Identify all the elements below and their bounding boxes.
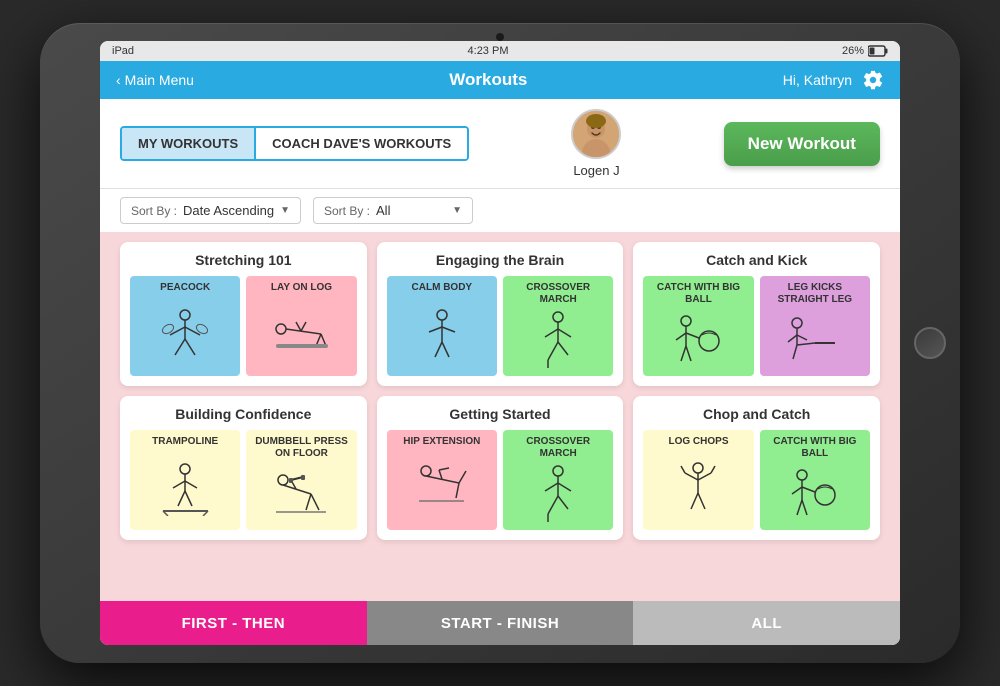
user-section: Logen J — [571, 109, 621, 178]
exercise-tile-lay-on-log[interactable]: LAY ON LOG — [246, 276, 356, 376]
nav-title: Workouts — [449, 70, 527, 90]
exercise-tile-calm-body[interactable]: Calm Body — [387, 276, 497, 376]
exercise-tiles-stretching: Peacock LAY ON LOG — [130, 276, 357, 376]
ipad-device: iPad 4:23 PM 26% ‹ Main Menu Workouts Hi… — [40, 23, 960, 663]
exercise-tile-trampoline[interactable]: TRAMPOLINE — [130, 430, 240, 530]
exercise-tile-catch-with-big-ball[interactable]: CATCH WITH BIG BALL — [760, 430, 870, 530]
workout-row: Building Confidence TRAMPOLINE DUMBBELL P… — [120, 396, 880, 540]
exercise-label: LOG CHOPS — [668, 436, 728, 448]
exercise-figure — [649, 452, 747, 524]
avatar — [571, 109, 621, 159]
workout-row: Stretching 101 Peacock LAY ON LOG Engagin… — [120, 242, 880, 386]
workout-tabs: MY WORKOUTS COACH DAVE'S WORKOUTS — [120, 126, 469, 161]
sort-all-value: All — [376, 203, 390, 218]
exercise-tiles-catch-kick: CATCH WITH BIG BALL LEG KICKS straight l… — [643, 276, 870, 376]
back-button[interactable]: ‹ Main Menu — [116, 72, 194, 88]
exercise-label: HIP EXTENSION — [403, 436, 480, 448]
workout-title-building: Building Confidence — [130, 406, 357, 422]
sort-all-chevron-icon: ▼ — [452, 205, 462, 216]
ipad-camera — [496, 33, 504, 41]
back-label: Main Menu — [125, 72, 194, 88]
bottom-bar: FIRST - THEN START - FINISH ALL — [100, 601, 900, 645]
exercise-label: LEG KICKS straight leg — [766, 282, 864, 306]
exercise-figure — [509, 464, 607, 524]
exercise-figure — [252, 464, 350, 524]
back-chevron-icon: ‹ — [116, 72, 121, 88]
exercise-figure — [252, 298, 350, 370]
battery-section: 26% — [842, 45, 888, 57]
exercise-figure — [136, 298, 234, 370]
exercise-tile-peacock[interactable]: Peacock — [130, 276, 240, 376]
exercise-tile-catch-with-big-ball[interactable]: CATCH WITH BIG BALL — [643, 276, 753, 376]
user-name: Logen J — [573, 163, 619, 178]
tab-coach-workouts[interactable]: COACH DAVE'S WORKOUTS — [254, 128, 467, 159]
sort-date-value: Date Ascending — [183, 203, 274, 218]
battery-percent: 26% — [842, 45, 864, 57]
user-greeting: Hi, Kathryn — [783, 72, 852, 88]
sort-date-prefix: Sort By : — [131, 204, 177, 218]
sort-all-filter[interactable]: Sort By : All ▼ — [313, 197, 473, 224]
exercise-tiles-chop-catch: LOG CHOPS CATCH WITH BIG BALL — [643, 430, 870, 530]
first-then-button[interactable]: FIRST - THEN — [100, 601, 367, 645]
workout-title-stretching: Stretching 101 — [130, 252, 357, 268]
exercise-label: LAY ON LOG — [271, 282, 332, 294]
nav-bar: ‹ Main Menu Workouts Hi, Kathryn — [100, 61, 900, 99]
new-workout-button[interactable]: New Workout — [724, 122, 880, 166]
settings-icon[interactable] — [862, 69, 884, 91]
workout-title-engaging: Engaging the Brain — [387, 252, 614, 268]
exercise-label: Peacock — [160, 282, 210, 294]
workout-card-building[interactable]: Building Confidence TRAMPOLINE DUMBBELL P… — [120, 396, 367, 540]
sort-date-filter[interactable]: Sort By : Date Ascending ▼ — [120, 197, 301, 224]
nav-right: Hi, Kathryn — [783, 69, 884, 91]
exercise-figure — [136, 452, 234, 524]
tab-my-workouts[interactable]: MY WORKOUTS — [122, 128, 254, 159]
exercise-figure — [393, 298, 491, 370]
status-device: iPad — [112, 45, 134, 57]
sort-all-prefix: Sort By : — [324, 204, 370, 218]
exercise-label: CATCH WITH BIG BALL — [649, 282, 747, 306]
avatar-image — [573, 111, 619, 157]
exercise-tile-log-chops[interactable]: LOG CHOPS — [643, 430, 753, 530]
workout-card-chop-catch[interactable]: Chop and Catch LOG CHOPS CATCH WITH BIG B… — [633, 396, 880, 540]
exercise-figure — [766, 464, 864, 524]
workout-card-engaging[interactable]: Engaging the Brain Calm Body CROSSOVER MA… — [377, 242, 624, 386]
exercise-tiles-getting-started: HIP EXTENSION CROSSOVER MARCH — [387, 430, 614, 530]
battery-icon — [868, 45, 888, 57]
exercise-label: CATCH WITH BIG BALL — [766, 436, 864, 460]
top-section: MY WORKOUTS COACH DAVE'S WORKOUTS — [100, 99, 900, 188]
workout-card-getting-started[interactable]: Getting Started HIP EXTENSION CROSSOVER M… — [377, 396, 624, 540]
start-finish-button[interactable]: START - FINISH — [367, 601, 634, 645]
sort-date-chevron-icon: ▼ — [280, 205, 290, 216]
exercise-label: Calm Body — [412, 282, 473, 294]
workout-card-stretching[interactable]: Stretching 101 Peacock LAY ON LOG — [120, 242, 367, 386]
exercise-tiles-engaging: Calm Body CROSSOVER MARCH — [387, 276, 614, 376]
exercise-figure — [509, 310, 607, 370]
exercise-label: CROSSOVER MARCH — [509, 282, 607, 306]
exercise-figure — [766, 310, 864, 370]
workout-title-catch-kick: Catch and Kick — [643, 252, 870, 268]
workout-title-chop-catch: Chop and Catch — [643, 406, 870, 422]
exercise-tile-dumbbell-press-on-floor[interactable]: DUMBBELL PRESS ON FLOOR — [246, 430, 356, 530]
home-button[interactable] — [914, 327, 946, 359]
exercise-tiles-building: TRAMPOLINE DUMBBELL PRESS ON FLOOR — [130, 430, 357, 530]
ipad-screen: iPad 4:23 PM 26% ‹ Main Menu Workouts Hi… — [100, 41, 900, 645]
main-content: MY WORKOUTS COACH DAVE'S WORKOUTS — [100, 99, 900, 645]
exercise-tile-hip-extension[interactable]: HIP EXTENSION — [387, 430, 497, 530]
exercise-figure — [393, 452, 491, 524]
status-bar: iPad 4:23 PM 26% — [100, 41, 900, 61]
workout-grid: Stretching 101 Peacock LAY ON LOG Engagin… — [100, 232, 900, 601]
exercise-label: DUMBBELL PRESS ON FLOOR — [252, 436, 350, 460]
exercise-tile-leg-kicks-straight-leg[interactable]: LEG KICKS straight leg — [760, 276, 870, 376]
filter-bar: Sort By : Date Ascending ▼ Sort By : All… — [100, 188, 900, 232]
workout-title-getting-started: Getting Started — [387, 406, 614, 422]
all-button[interactable]: ALL — [633, 601, 900, 645]
exercise-label: TRAMPOLINE — [152, 436, 218, 448]
workout-card-catch-kick[interactable]: Catch and Kick CATCH WITH BIG BALL LEG KI… — [633, 242, 880, 386]
exercise-label: CROSSOVER MARCH — [509, 436, 607, 460]
status-time: 4:23 PM — [468, 45, 509, 57]
exercise-tile-crossover-march[interactable]: CROSSOVER MARCH — [503, 276, 613, 376]
exercise-tile-crossover-march[interactable]: CROSSOVER MARCH — [503, 430, 613, 530]
exercise-figure — [649, 310, 747, 370]
